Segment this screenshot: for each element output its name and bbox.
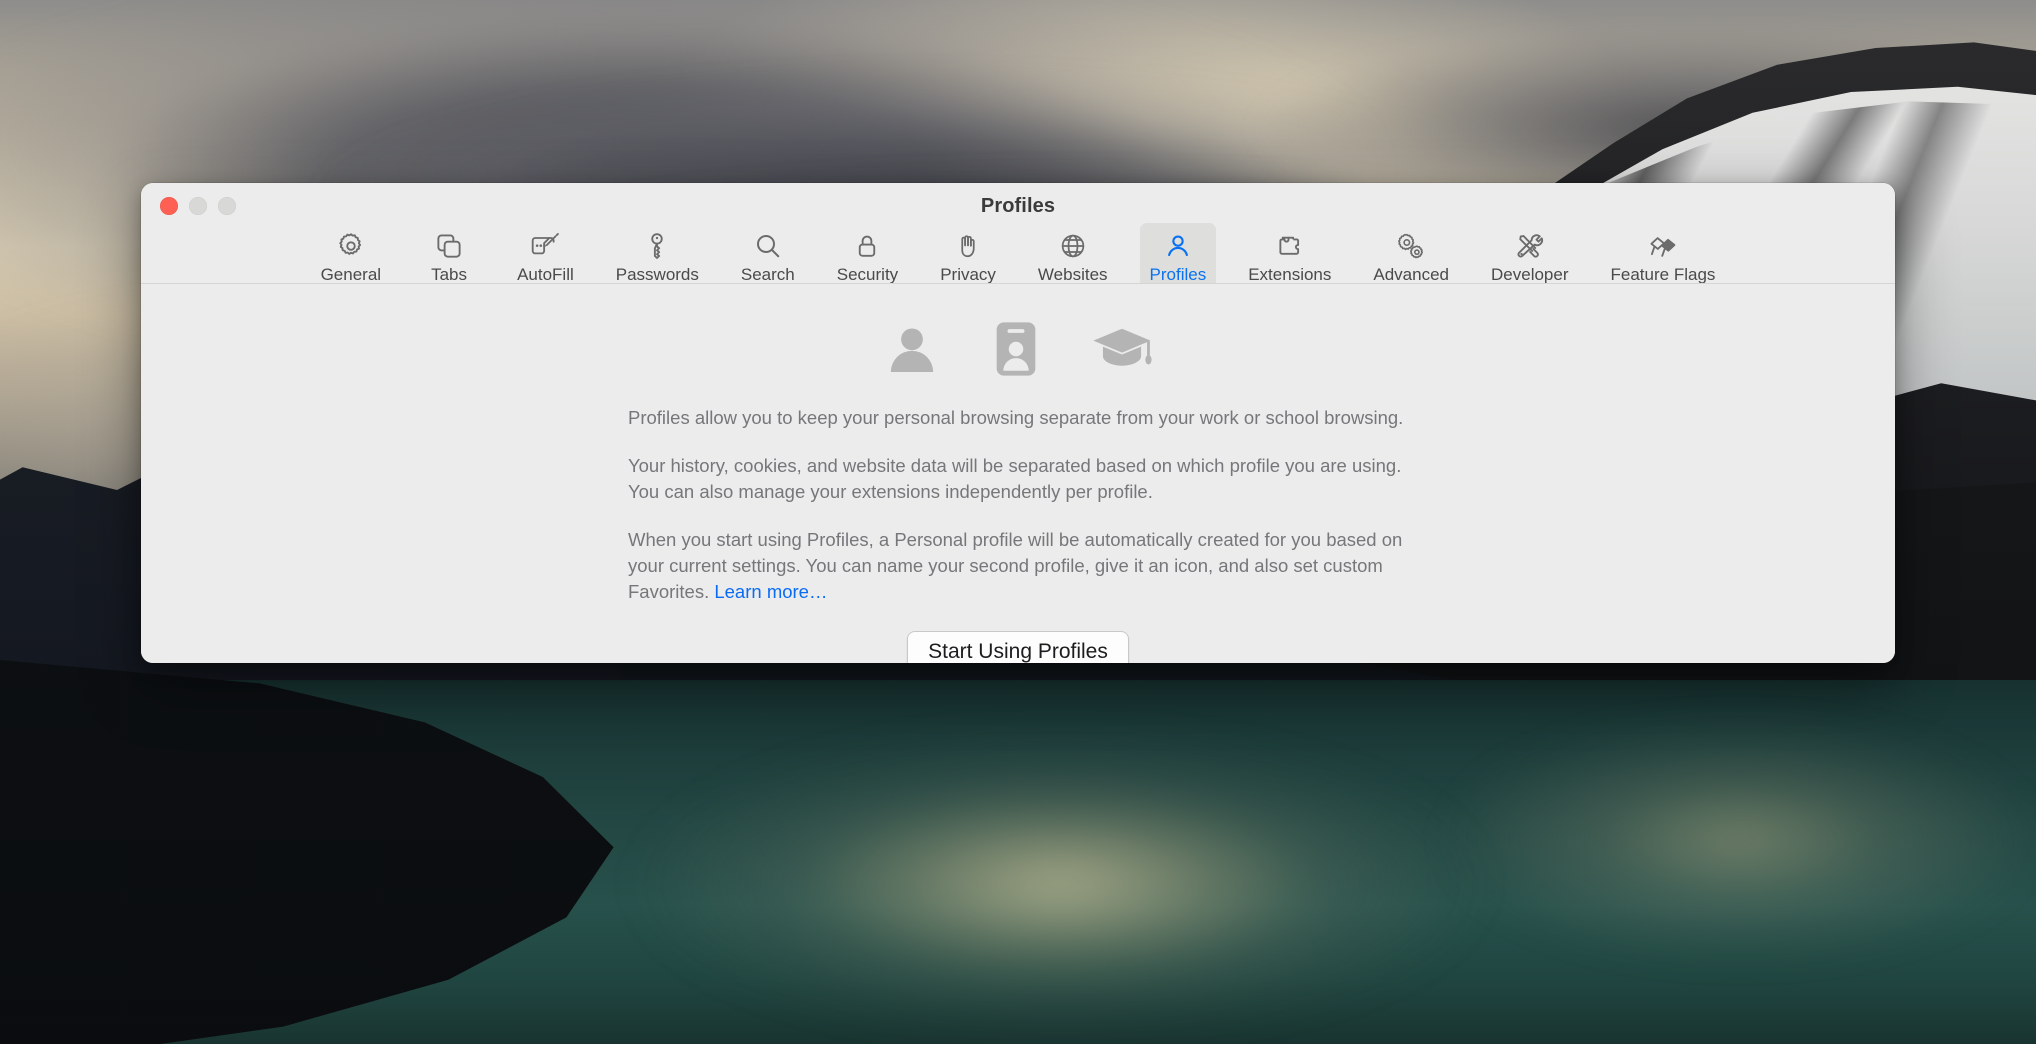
graduation-cap-icon	[1091, 320, 1153, 383]
tab-websites[interactable]: Websites	[1028, 223, 1118, 290]
puzzle-icon	[1275, 229, 1305, 263]
tab-label: Advanced	[1373, 265, 1450, 284]
flags-icon	[1647, 229, 1679, 263]
tab-general[interactable]: General	[311, 223, 391, 290]
tab-developer[interactable]: Developer	[1481, 223, 1579, 290]
person-silhouette-icon	[883, 320, 941, 383]
profile-illustration-icons	[883, 320, 1153, 383]
tab-privacy[interactable]: Privacy	[930, 223, 1006, 290]
desktop-background: Profiles General Tabs AutoFill Passwords…	[0, 0, 2036, 1044]
tab-label: Feature Flags	[1610, 265, 1716, 284]
tab-label: Profiles	[1149, 265, 1207, 284]
learn-more-link[interactable]: Learn more…	[714, 581, 827, 602]
tab-label: General	[320, 265, 382, 284]
description-paragraph-1: Profiles allow you to keep your personal…	[628, 407, 1404, 428]
description-paragraph-3: When you start using Profiles, a Persona…	[628, 527, 1408, 605]
tab-extensions[interactable]: Extensions	[1238, 223, 1341, 290]
tab-label: Security	[836, 265, 899, 284]
person-icon	[1163, 229, 1193, 263]
tools-icon	[1515, 229, 1545, 263]
description-paragraph-2: Your history, cookies, and website data …	[628, 455, 1402, 502]
tab-tabs[interactable]: Tabs	[413, 223, 485, 290]
tab-passwords[interactable]: Passwords	[606, 223, 709, 290]
tab-search[interactable]: Search	[731, 223, 805, 290]
gears-icon	[1395, 229, 1427, 263]
preferences-window: Profiles General Tabs AutoFill Passwords…	[141, 183, 1895, 663]
wallpaper-water-reflection	[1420, 700, 2036, 980]
profiles-content-pane: Profiles allow you to keep your personal…	[141, 284, 1895, 663]
tab-security[interactable]: Security	[827, 223, 908, 290]
tab-label: Websites	[1037, 265, 1108, 284]
tab-autofill[interactable]: AutoFill	[507, 223, 584, 290]
tab-label: Passwords	[615, 265, 699, 284]
gear-icon	[336, 229, 366, 263]
tab-advanced[interactable]: Advanced	[1363, 223, 1459, 290]
autofill-icon	[529, 229, 561, 263]
window-title: Profiles	[980, 195, 1056, 217]
profiles-description: Profiles allow you to keep your personal…	[628, 405, 1408, 605]
preferences-toolbar: General Tabs AutoFill Passwords Search S…	[141, 223, 1895, 290]
tabs-icon	[434, 229, 464, 263]
magnifier-icon	[753, 229, 783, 263]
tab-label: Privacy	[940, 265, 996, 284]
tab-label: AutoFill	[517, 265, 574, 284]
lock-icon	[852, 229, 882, 263]
wallpaper-water-reflection	[560, 740, 1560, 1044]
tab-label: Extensions	[1248, 265, 1332, 284]
key-icon	[642, 229, 672, 263]
hand-icon	[953, 229, 983, 263]
tab-profiles[interactable]: Profiles	[1139, 223, 1217, 290]
tab-label: Developer	[1491, 265, 1569, 284]
tab-label: Tabs	[431, 265, 468, 284]
tab-label: Search	[740, 265, 795, 284]
id-badge-icon	[991, 320, 1041, 383]
window-titlebar: Profiles General Tabs AutoFill Passwords…	[141, 183, 1895, 290]
tab-feature-flags[interactable]: Feature Flags	[1601, 223, 1726, 290]
globe-icon	[1058, 229, 1088, 263]
start-using-profiles-button[interactable]: Start Using Profiles	[907, 631, 1129, 663]
